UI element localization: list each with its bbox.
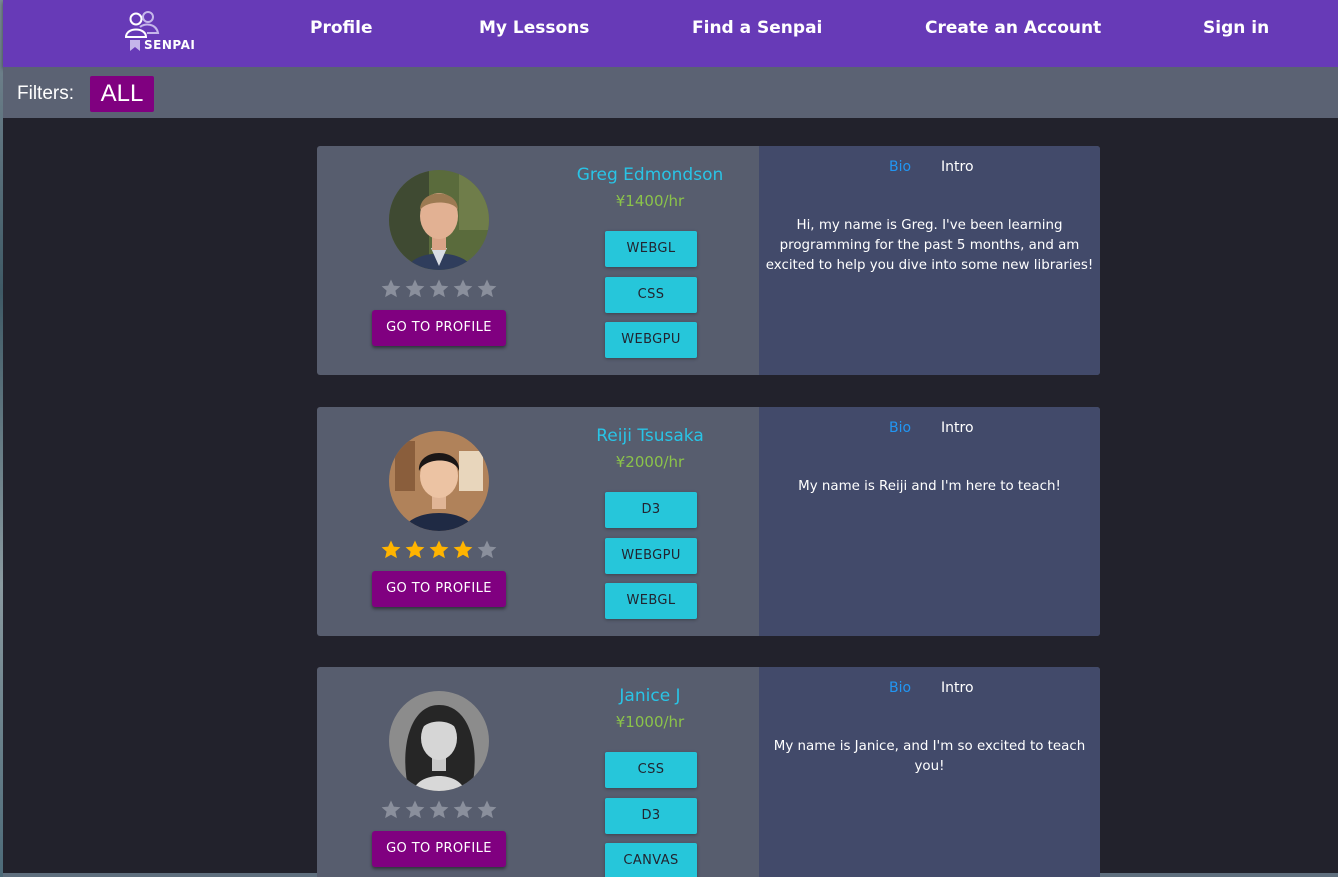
skill-tag[interactable]: WEBGPU [605,322,697,358]
tutor-summary: GO TO PROFILE Reiji Tsusaka ¥2000/hr D3 … [317,407,759,636]
star-icon [477,540,497,559]
nav-my-lessons[interactable]: My Lessons [479,18,589,38]
star-icon [405,279,425,298]
navbar: SENPAI Profile My Lessons Find a Senpai … [3,0,1338,67]
tutor-price: ¥2000/hr [615,453,685,471]
skill-tag[interactable]: CSS [605,277,697,313]
tutor-name: Janice J [619,686,681,706]
tutor-card: GO TO PROFILE Greg Edmondson ¥1400/hr WE… [317,146,1100,375]
star-icon [477,800,497,819]
app-window: SENPAI Profile My Lessons Find a Senpai … [3,0,1338,877]
tutor-price: ¥1400/hr [615,192,685,210]
skill-tag[interactable]: D3 [605,492,697,528]
tab-intro[interactable]: Intro [941,680,974,696]
skill-tag[interactable]: D3 [605,798,697,834]
tutor-name: Reiji Tsusaka [596,426,704,446]
skill-tag[interactable]: WEBGPU [605,538,697,574]
nav-profile[interactable]: Profile [310,18,372,38]
bio-text: My name is Reiji and I'm here to teach! [798,479,1061,494]
skill-tag[interactable]: WEBGL [605,231,697,267]
skill-tag[interactable]: WEBGL [605,583,697,619]
bio-text: My name is Janice, and I'm so excited to… [773,739,1086,774]
star-icon [405,800,425,819]
tab-intro[interactable]: Intro [941,159,974,175]
tab-intro[interactable]: Intro [941,420,974,436]
filter-bar: Filters: ALL [3,67,1338,118]
tutor-name: Greg Edmondson [576,165,724,185]
go-to-profile-button[interactable]: GO TO PROFILE [372,571,506,607]
bio-panel: Bio Intro Hi, my name is Greg. I've been… [759,146,1100,375]
tab-bio[interactable]: Bio [889,159,911,175]
tutor-card: GO TO PROFILE Reiji Tsusaka ¥2000/hr D3 … [317,407,1100,636]
skill-tag[interactable]: CANVAS [605,843,697,877]
tutor-summary: GO TO PROFILE Janice J ¥1000/hr CSS D3 C… [317,667,759,877]
filter-chip-all[interactable]: ALL [90,76,154,112]
go-to-profile-button[interactable]: GO TO PROFILE [372,310,506,346]
star-icon [381,279,401,298]
star-icon [453,540,473,559]
nav-sign-in[interactable]: Sign in [1203,18,1269,38]
bio-text: Hi, my name is Greg. I've been learning … [765,218,1094,273]
rating-stars [380,799,498,821]
bio-panel: Bio Intro My name is Janice, and I'm so … [759,667,1100,877]
star-icon [405,540,425,559]
nav-find-a-senpai[interactable]: Find a Senpai [692,18,822,38]
tab-bio[interactable]: Bio [889,420,911,436]
avatar [389,431,489,531]
avatar [389,170,489,270]
nav-create-account[interactable]: Create an Account [925,18,1101,38]
star-icon [381,800,401,819]
senpai-logo[interactable]: SENPAI [117,8,213,58]
rating-stars [380,539,498,561]
tutor-card: GO TO PROFILE Janice J ¥1000/hr CSS D3 C… [317,667,1100,877]
tutor-price: ¥1000/hr [615,713,685,731]
filter-label: Filters: [17,83,74,104]
rating-stars [380,278,498,300]
star-icon [429,279,449,298]
star-icon [429,540,449,559]
star-icon [477,279,497,298]
star-icon [453,800,473,819]
tab-bio[interactable]: Bio [889,680,911,696]
star-icon [429,800,449,819]
logo-text: SENPAI [144,38,196,52]
go-to-profile-button[interactable]: GO TO PROFILE [372,831,506,867]
tutor-summary: GO TO PROFILE Greg Edmondson ¥1400/hr WE… [317,146,759,375]
bio-panel: Bio Intro My name is Reiji and I'm here … [759,407,1100,636]
star-icon [453,279,473,298]
avatar [389,691,489,791]
skill-tag[interactable]: CSS [605,752,697,788]
star-icon [381,540,401,559]
